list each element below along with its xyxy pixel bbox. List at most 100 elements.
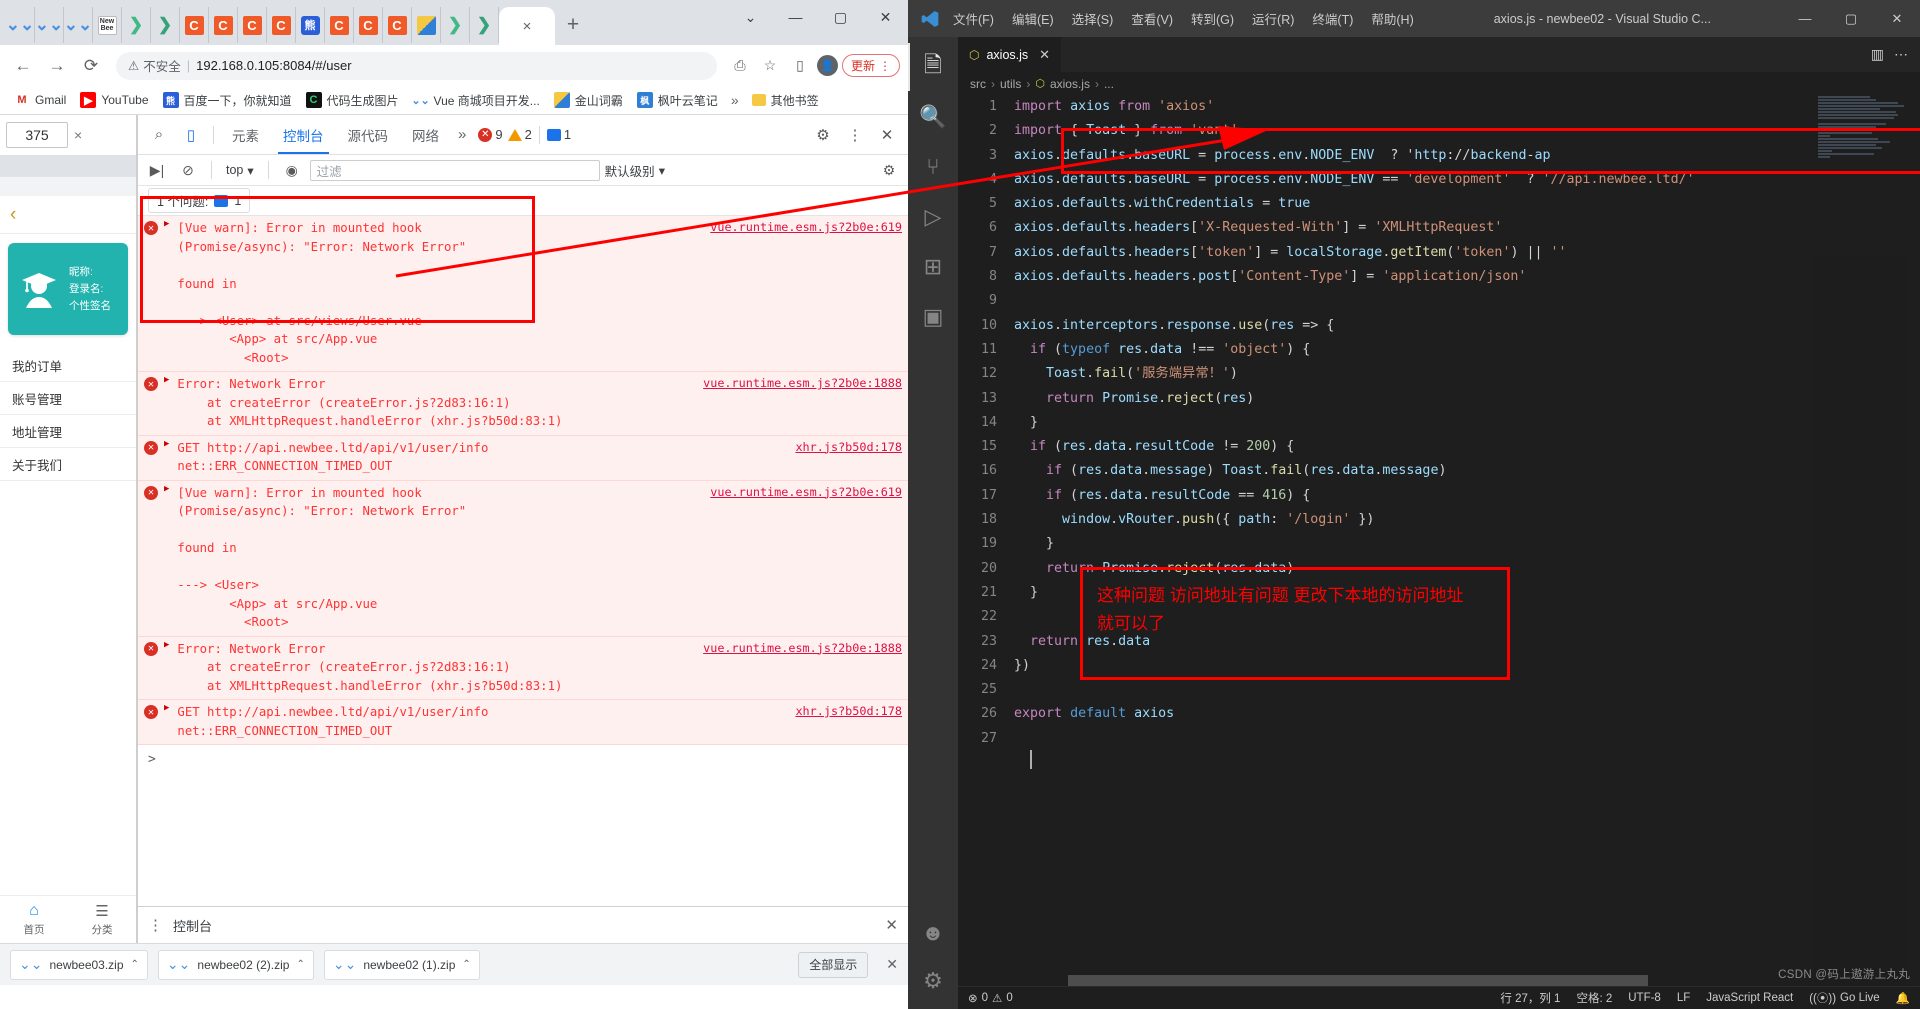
status-cursor-position[interactable]: 行 27，列 1 [1500,990,1560,1006]
bookmark-item[interactable]: ▶ YouTube [74,89,154,111]
browser-tab[interactable]: ❯ [122,7,151,43]
chrome-menu-icon[interactable]: ⋮ [879,59,891,73]
clear-console-icon[interactable]: ⊘ [175,158,201,182]
status-notifications-bell-icon[interactable]: 🔔 [1896,991,1910,1005]
menu-item-address[interactable]: 地址管理 [0,415,136,448]
settings-gear-icon[interactable]: ⚙ [908,957,958,1005]
forward-button[interactable]: → [42,51,72,81]
code-line[interactable]: 18 window.vRouter.push({ path: '/login' … [958,508,1920,532]
bookmark-item[interactable]: 熊百度一下，你就知道 [157,89,298,112]
menu-item-my-orders[interactable]: 我的订单 [0,349,136,382]
expand-triangle-icon[interactable]: ▶ [164,375,169,431]
device-toolbar-icon[interactable]: ▯ [176,120,206,150]
status-language-mode[interactable]: JavaScript React [1706,992,1793,1004]
back-button[interactable]: ← [8,51,38,81]
menu-help[interactable]: 帮助(H) [1362,0,1422,37]
tab-search-icon[interactable]: ⌄ [728,0,773,34]
status-eol[interactable]: LF [1677,992,1690,1004]
menu-terminal[interactable]: 终端(T) [1303,0,1362,37]
back-chevron-icon[interactable]: ‹ [10,204,16,226]
tab-sources[interactable]: 源代码 [337,117,400,153]
scrollbar-thumb[interactable] [1068,975,1648,986]
issues-chip[interactable]: 1 个问题: 1 [148,188,251,213]
other-bookmarks-folder[interactable]: 其他书签 [746,89,825,112]
browser-tab[interactable]: C [325,7,354,43]
drawer-more-icon[interactable]: ⋮ [148,916,163,934]
menu-item-account[interactable]: 账号管理 [0,382,136,415]
close-downloads-bar-icon[interactable]: ✕ [886,956,898,973]
chevron-up-icon[interactable]: ⌃ [296,959,304,970]
log-source-link[interactable]: vue.runtime.esm.js?2b0e:619 [710,219,902,234]
devtools-close-icon[interactable]: ✕ [872,120,902,150]
browser-tab[interactable]: 熊 [296,7,325,43]
console-log-row[interactable]: ✕ ▶ GET http://api.newbee.ltd/api/v1/use… [138,700,908,745]
browser-tab[interactable]: ❯ [470,7,499,43]
menu-run[interactable]: 运行(R) [1243,0,1303,37]
log-source-link[interactable]: xhr.js?b50d:178 [795,703,902,718]
menu-item-about-us[interactable]: 关于我们 [0,448,136,481]
code-line[interactable]: 27 [958,727,1920,751]
maximize-button[interactable]: ▢ [818,0,863,34]
status-encoding[interactable]: UTF-8 [1628,992,1661,1004]
expand-triangle-icon[interactable]: ▶ [164,439,169,476]
console-log-row[interactable]: ✕ ▶ [Vue warn]: Error in mounted hook (P… [138,216,908,372]
drawer-title[interactable]: 控制台 [173,916,212,935]
console-messages-list[interactable]: ✕ ▶ [Vue warn]: Error in mounted hook (P… [138,216,908,906]
code-line[interactable]: 4 axios.defaults.baseURL = process.env.NO… [958,168,1920,192]
browser-tab[interactable]: C [238,7,267,43]
code-line[interactable]: 6 axios.defaults.headers['X-Requested-Wit… [958,216,1920,240]
tab-elements[interactable]: 元素 [221,117,270,153]
console-log-row[interactable]: ✕ ▶ GET http://api.newbee.ltd/api/v1/use… [138,435,908,481]
devtools-settings-icon[interactable]: ⚙ [808,120,838,150]
devtools-more-icon[interactable]: ⋮ [840,120,870,150]
code-line[interactable]: 17 if (res.data.resultCode == 416) { [958,484,1920,508]
device-width-input[interactable]: 375 [6,122,68,148]
tab-console[interactable]: 控制台 [272,117,335,154]
context-selector[interactable]: top ▾ [222,163,258,178]
extensions-icon[interactable]: ⊞ [908,243,958,291]
minimize-button[interactable]: — [773,0,818,34]
browser-tab[interactable]: ⌄⌄ [64,7,93,43]
remote-explorer-icon[interactable]: ▣ [908,293,958,341]
device-width-clear-icon[interactable]: × [74,127,82,143]
chevron-up-icon[interactable]: ⌃ [462,959,470,970]
profile-avatar[interactable]: 👤 [816,55,838,76]
code-editor[interactable]: 1 import axios from 'axios' 2 import { Toas… [958,95,1920,986]
bookmark-item[interactable]: 金山词霸 [548,89,629,112]
expand-triangle-icon[interactable]: ▶ [164,640,169,696]
menu-file[interactable]: 文件(F) [944,0,1003,37]
live-expression-icon[interactable]: ◉ [279,158,305,182]
account-icon[interactable]: ☻ [908,909,958,957]
error-badge[interactable]: ✕ 9 [478,127,503,142]
update-button[interactable]: 更新 ⋮ [841,54,900,77]
browser-tab[interactable]: C [267,7,296,43]
console-filter-input[interactable]: 过滤 [309,159,600,181]
maximize-button[interactable]: ▢ [1828,0,1874,37]
log-source-link[interactable]: vue.runtime.esm.js?2b0e:619 [710,484,902,499]
console-settings-icon[interactable]: ⚙ [876,158,902,182]
browser-tab[interactable]: ❯ [441,7,470,43]
not-secure-badge[interactable]: ⚠ 不安全 [128,56,181,75]
inspect-element-icon[interactable]: ⌕ [144,120,174,150]
browser-tab[interactable]: New Bee [93,7,122,43]
search-icon[interactable]: 🔍 [908,93,958,141]
tabbar-item-home[interactable]: ⌂ 首页 [0,896,68,943]
breadcrumb-src[interactable]: src [970,77,986,91]
bookmark-item[interactable]: ⌄⌄ Vue 商城项目开发... [407,89,546,112]
close-window-button[interactable]: ✕ [1874,0,1920,37]
reload-button[interactable]: ⟳ [76,51,106,81]
chevron-up-icon[interactable]: ⌃ [131,959,139,970]
tab-close-icon[interactable]: × [523,18,532,35]
browser-tab[interactable]: ❯ [151,7,180,43]
bookmark-item[interactable]: M Gmail [8,89,72,111]
code-line[interactable]: 13 return Promise.reject(res) [958,387,1920,411]
browser-tab[interactable]: ⌄⌄ [6,7,35,43]
expand-triangle-icon[interactable]: ▶ [164,703,169,740]
warning-badge[interactable]: 2 [507,127,532,142]
menu-edit[interactable]: 编辑(E) [1003,0,1063,37]
code-line[interactable]: 9 [958,289,1920,313]
tab-close-icon[interactable]: ✕ [1039,47,1050,63]
bookmark-item[interactable]: C 代码生成图片 [300,89,405,112]
code-line[interactable]: 16 if (res.data.message) Toast.fail(res.… [958,459,1920,483]
minimap[interactable] [1814,95,1906,986]
